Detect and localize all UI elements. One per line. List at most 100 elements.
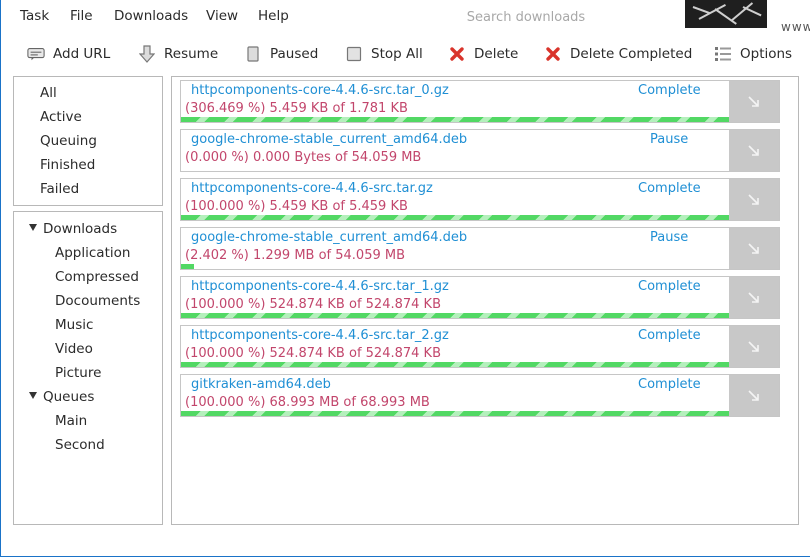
delete-completed-label: Delete Completed <box>570 46 693 62</box>
tree-item-application[interactable]: Application <box>55 245 130 261</box>
progress-bar-fill <box>181 313 729 318</box>
progress-bar <box>181 362 729 367</box>
category-failed[interactable]: Failed <box>40 181 79 197</box>
thumbnail-image <box>685 0 767 28</box>
progress-bar-fill <box>181 411 729 416</box>
progress-bar <box>181 264 729 269</box>
menu-task[interactable]: Task <box>20 8 49 24</box>
menu-help[interactable]: Help <box>258 8 289 24</box>
menu-view[interactable]: View <box>206 8 238 24</box>
add-url-icon <box>27 45 45 63</box>
download-progress-text: (306.469 %) 5.459 KB of 1.781 KB <box>185 101 408 116</box>
menu-file[interactable]: File <box>70 8 93 24</box>
download-filename: httpcomponents-core-4.4.6-src.tar_0.gz <box>191 83 449 98</box>
progress-bar-fill <box>181 362 729 367</box>
paused-label: Paused <box>270 46 319 62</box>
download-row[interactable]: google-chrome-stable_current_amd64.deb P… <box>180 129 780 172</box>
delete-label: Delete <box>474 46 519 62</box>
resume-label: Resume <box>164 46 219 62</box>
open-arrow-icon <box>748 193 759 205</box>
download-row[interactable]: google-chrome-stable_current_amd64.deb P… <box>180 227 780 270</box>
download-progress-text: (0.000 %) 0.000 Bytes of 54.059 MB <box>185 150 422 165</box>
open-file-button[interactable] <box>729 228 779 269</box>
download-filename: httpcomponents-core-4.4.6-src.tar.gz <box>191 181 433 196</box>
open-file-button[interactable] <box>729 375 779 416</box>
download-progress-text: (100.000 %) 68.993 MB of 68.993 MB <box>185 395 430 410</box>
tree-item-compressed[interactable]: Compressed <box>55 269 139 285</box>
download-row[interactable]: httpcomponents-core-4.4.6-src.tar_1.gz C… <box>180 276 780 319</box>
download-row[interactable]: gitkraken-amd64.deb Complete (100.000 %)… <box>180 374 780 417</box>
download-status: Complete <box>638 328 701 343</box>
progress-bar-fill <box>181 264 195 269</box>
pause-icon <box>244 45 262 63</box>
tree-item-music[interactable]: Music <box>55 317 93 333</box>
stop-icon <box>345 45 363 63</box>
category-active[interactable]: Active <box>40 109 82 125</box>
search-input[interactable] <box>431 6 621 28</box>
resume-arrow-icon <box>138 45 156 63</box>
tree-queues-label: Queues <box>43 389 95 405</box>
category-all[interactable]: All <box>40 85 57 101</box>
progress-bar <box>181 215 729 220</box>
app-window: Task File Downloads View Help www <box>0 0 810 557</box>
site-url-fragment: www <box>781 20 810 34</box>
menubar: Task File Downloads View Help www <box>1 0 810 34</box>
download-filename: httpcomponents-core-4.4.6-src.tar_1.gz <box>191 279 449 294</box>
tree-item-video[interactable]: Video <box>55 341 93 357</box>
tree-item-documents[interactable]: Docouments <box>55 293 140 309</box>
download-progress-text: (100.000 %) 5.459 KB of 5.459 KB <box>185 199 408 214</box>
open-file-button[interactable] <box>729 277 779 318</box>
open-file-button[interactable] <box>729 130 779 171</box>
progress-bar <box>181 166 729 171</box>
menu-downloads[interactable]: Downloads <box>114 8 188 24</box>
category-finished[interactable]: Finished <box>40 157 95 173</box>
download-row[interactable]: httpcomponents-core-4.4.6-src.tar_2.gz C… <box>180 325 780 368</box>
tree-queues[interactable]: Queues <box>29 389 94 405</box>
category-queuing[interactable]: Queuing <box>40 133 97 149</box>
open-arrow-icon <box>748 340 759 352</box>
download-filename: httpcomponents-core-4.4.6-src.tar_2.gz <box>191 328 449 343</box>
download-progress-text: (100.000 %) 524.874 KB of 524.874 KB <box>185 297 441 312</box>
tree-downloads-label: Downloads <box>43 221 118 237</box>
download-filename: google-chrome-stable_current_amd64.deb <box>191 132 468 147</box>
download-row[interactable]: httpcomponents-core-4.4.6-src.tar.gz Com… <box>180 178 780 221</box>
expand-arrow-icon <box>29 392 37 399</box>
toolbar: Add URL Resume Paused Stop All Delete De… <box>1 38 810 70</box>
download-status: Pause <box>650 230 689 245</box>
download-status: Complete <box>638 83 701 98</box>
open-arrow-icon <box>748 291 759 303</box>
open-arrow-icon <box>748 144 759 156</box>
delete-button[interactable]: Delete <box>448 44 518 64</box>
open-arrow-icon <box>748 242 759 254</box>
open-file-button[interactable] <box>729 81 779 122</box>
tree-panel: Downloads Application Compressed Docoume… <box>13 211 163 525</box>
add-url-button[interactable]: Add URL <box>27 44 110 64</box>
progress-bar <box>181 117 729 122</box>
add-url-label: Add URL <box>53 46 111 62</box>
options-list-icon <box>714 45 732 63</box>
download-filename: google-chrome-stable_current_amd64.deb <box>191 230 468 245</box>
expand-arrow-icon <box>29 224 37 231</box>
tree-downloads[interactable]: Downloads <box>29 221 117 237</box>
download-filename: gitkraken-amd64.deb <box>191 377 331 392</box>
tree-item-second[interactable]: Second <box>55 437 105 453</box>
resume-button[interactable]: Resume <box>138 44 218 64</box>
stop-all-label: Stop All <box>371 46 423 62</box>
open-file-button[interactable] <box>729 326 779 367</box>
progress-bar-fill <box>181 215 729 220</box>
download-status: Complete <box>638 181 701 196</box>
tree-item-main[interactable]: Main <box>55 413 87 429</box>
paused-button[interactable]: Paused <box>244 44 318 64</box>
open-arrow-icon <box>748 95 759 107</box>
stop-all-button[interactable]: Stop All <box>345 44 423 64</box>
tree-item-picture[interactable]: Picture <box>55 365 101 381</box>
download-row[interactable]: httpcomponents-core-4.4.6-src.tar_0.gz C… <box>180 80 780 123</box>
delete-completed-x-icon <box>544 45 562 63</box>
download-status: Pause <box>650 132 689 147</box>
progress-bar-fill <box>181 117 729 122</box>
open-file-button[interactable] <box>729 179 779 220</box>
download-status: Complete <box>638 377 701 392</box>
options-button[interactable]: Options <box>714 44 792 64</box>
open-arrow-icon <box>748 389 759 401</box>
delete-completed-button[interactable]: Delete Completed <box>544 44 692 64</box>
